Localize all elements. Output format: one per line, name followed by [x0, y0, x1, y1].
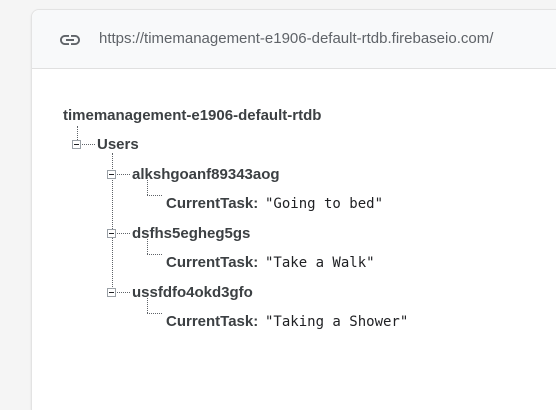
database-panel: https://timemanagement-e1906-default-rtd… [31, 9, 556, 410]
tree-connector [147, 313, 162, 314]
database-url[interactable]: https://timemanagement-e1906-default-rtd… [99, 30, 493, 47]
current-task-key[interactable]: CurrentTask: [166, 313, 258, 330]
tree-connector [117, 292, 130, 293]
data-tree: timemanagement-e1906-default-rtdb Users … [32, 69, 556, 409]
user-node-key[interactable]: ussfdfo4okd3gfo [132, 284, 253, 301]
current-task-value[interactable]: "Taking a Shower" [265, 314, 408, 330]
tree-connector [147, 239, 148, 254]
current-task-key[interactable]: CurrentTask: [166, 195, 258, 212]
tree-connector [147, 195, 162, 196]
collapse-toggle-user[interactable] [107, 229, 116, 238]
tree-connector [77, 126, 78, 140]
tree-connector [117, 174, 130, 175]
tree-connector [147, 298, 148, 313]
database-url-bar: https://timemanagement-e1906-default-rtd… [32, 10, 556, 69]
collapse-toggle-user[interactable] [107, 170, 116, 179]
current-task-value[interactable]: "Take a Walk" [265, 255, 375, 271]
tree-connector [147, 254, 162, 255]
collapse-toggle-users[interactable] [72, 140, 81, 149]
tree-connector [82, 144, 95, 145]
users-node-key[interactable]: Users [97, 136, 139, 153]
tree-connector [117, 233, 130, 234]
link-icon[interactable] [58, 28, 82, 52]
user-node-key[interactable]: dsfhs5egheg5gs [132, 225, 250, 242]
collapse-toggle-user[interactable] [107, 288, 116, 297]
user-node-key[interactable]: alkshgoanf89343aog [132, 166, 280, 183]
current-task-value[interactable]: "Going to bed" [265, 196, 383, 212]
current-task-key[interactable]: CurrentTask: [166, 254, 258, 271]
tree-connector [147, 180, 148, 195]
root-node-key[interactable]: timemanagement-e1906-default-rtdb [63, 107, 321, 124]
